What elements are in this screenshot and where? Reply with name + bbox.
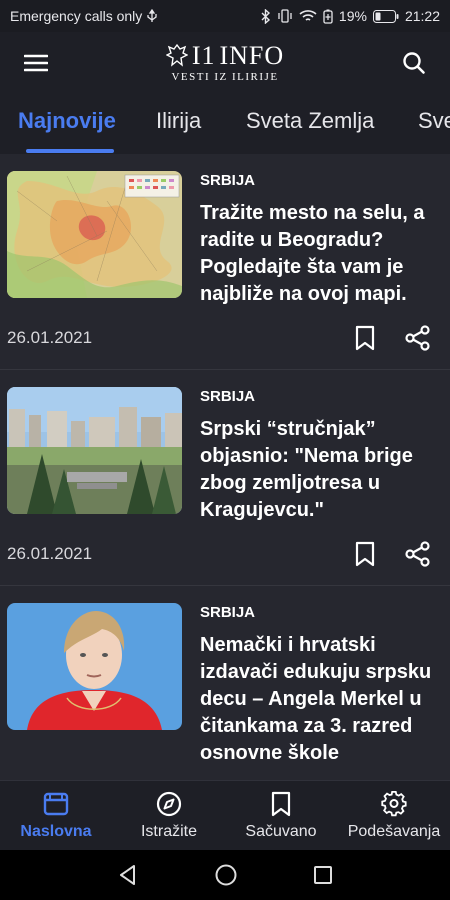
article-category: SRBIJA — [200, 604, 256, 621]
battery-icon — [372, 9, 399, 23]
nav-label: Sačuvano — [245, 823, 317, 840]
recents-icon[interactable] — [313, 865, 333, 885]
logo-subtitle: VESTI IZ ILIRIJE — [171, 71, 279, 83]
article-card[interactable]: SRBIJA Nemački i hrvatski izdavači eduku… — [0, 586, 450, 780]
article-title[interactable]: Srpski “stručnjak” objasnio: "Nema brige… — [200, 416, 446, 524]
article-feed[interactable]: SRBIJA Tražite mesto na selu, a radite u… — [0, 154, 450, 780]
app-bar: I1 INFO VESTI IZ ILIRIJE — [0, 32, 450, 94]
bottom-navigation: Naslovna Istražite Sačuvano Podešavanja — [0, 780, 450, 850]
logo-title: INFO — [219, 41, 285, 70]
nav-label: Naslovna — [20, 823, 92, 840]
menu-icon — [24, 54, 48, 72]
logo-mark: I1 — [191, 41, 216, 70]
compass-icon — [156, 791, 182, 817]
share-icon[interactable] — [404, 540, 432, 568]
nav-podesavanja[interactable]: Podešavanja — [339, 791, 449, 841]
article-card[interactable]: SRBIJA Tražite mesto na selu, a radite u… — [0, 154, 450, 370]
bookmark-icon[interactable] — [352, 540, 378, 568]
battery-percent: 19% — [338, 8, 367, 24]
tab-sve[interactable]: Sve — [418, 108, 450, 134]
system-navigation-bar — [0, 850, 450, 900]
news-icon — [43, 792, 69, 816]
article-date: 26.01.2021 — [7, 328, 93, 347]
article-category: SRBIJA — [200, 388, 256, 405]
battery-saver-icon — [323, 9, 333, 24]
article-thumbnail-map[interactable] — [7, 171, 182, 298]
article-card[interactable]: SRBIJA Srpski “stručnjak” objasnio: "Nem… — [0, 370, 450, 586]
tab-najnovije[interactable]: Najnovije — [18, 108, 116, 134]
article-date: 26.01.2021 — [7, 544, 93, 563]
nav-naslovna[interactable]: Naslovna — [1, 791, 111, 841]
back-icon[interactable] — [117, 864, 139, 886]
clock: 21:22 — [404, 8, 440, 24]
nav-label: Istražite — [140, 823, 197, 840]
status-bar: Emergency calls only 19% 21:22 — [0, 0, 450, 32]
gear-icon — [381, 791, 407, 817]
active-tab-indicator — [26, 149, 114, 153]
article-thumbnail-portrait[interactable] — [7, 603, 182, 730]
nav-istrazite[interactable]: Istražite — [114, 791, 224, 841]
nav-sacuvano[interactable]: Sačuvano — [226, 791, 336, 841]
tab-sveta-zemlja[interactable]: Sveta Zemlja — [246, 108, 374, 134]
article-title[interactable]: Tražite mesto na selu, a radite u Beogra… — [200, 200, 446, 308]
article-category: SRBIJA — [200, 172, 256, 189]
usb-icon — [147, 9, 157, 22]
app-logo[interactable]: I1 INFO VESTI IZ ILIRIJE — [165, 41, 285, 83]
menu-button[interactable] — [16, 43, 56, 83]
category-tabs: Najnovije Ilirija Sveta Zemlja Sve — [0, 94, 450, 154]
bluetooth-icon — [261, 8, 270, 24]
vibrate-icon — [278, 9, 292, 23]
carrier-text: Emergency calls only — [10, 8, 143, 24]
article-thumbnail-city[interactable] — [7, 387, 182, 514]
eagle-logo-icon — [165, 43, 188, 67]
search-icon — [403, 52, 425, 74]
tab-ilirija[interactable]: Ilirija — [156, 108, 201, 134]
article-title[interactable]: Nemački i hrvatski izdavači edukuju srps… — [200, 632, 446, 767]
nav-label: Podešavanja — [347, 823, 441, 840]
search-button[interactable] — [394, 43, 434, 83]
wifi-icon — [299, 10, 317, 21]
share-icon[interactable] — [404, 324, 432, 352]
home-icon[interactable] — [214, 863, 238, 887]
bookmark-icon[interactable] — [352, 324, 378, 352]
bookmark-icon — [271, 791, 291, 817]
